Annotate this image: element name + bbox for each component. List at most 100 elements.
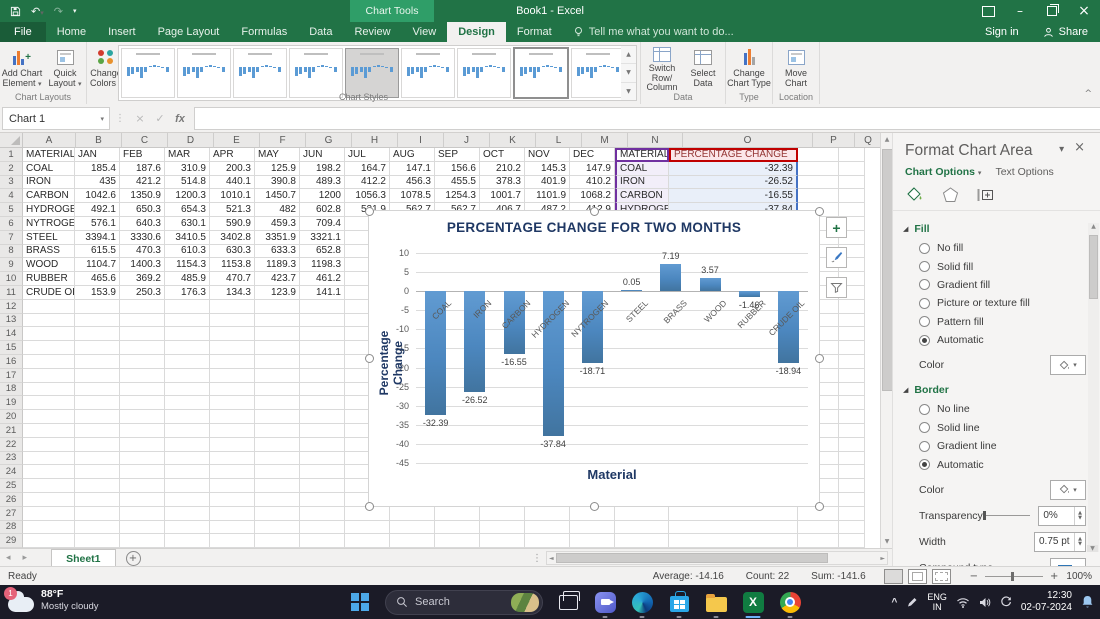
cancel-icon[interactable]: × (130, 112, 150, 125)
cell-B29[interactable] (75, 534, 120, 548)
undo-icon[interactable]: ↶▾ (31, 5, 44, 18)
cell-G6[interactable]: 709.4 (300, 217, 345, 231)
cell-H28[interactable] (345, 521, 390, 535)
cell-Q28[interactable] (839, 521, 865, 535)
cell-A21[interactable] (23, 424, 75, 438)
cell-M3[interactable]: 410.2 (570, 176, 615, 190)
cell-F18[interactable] (255, 383, 300, 397)
cell-A2[interactable]: COAL (23, 162, 75, 176)
cell-D7[interactable]: 3410.5 (165, 231, 210, 245)
cell-G8[interactable]: 652.8 (300, 245, 345, 259)
bar-wood[interactable] (700, 278, 721, 292)
minimize-icon[interactable]: – (1004, 0, 1036, 22)
cell-N1[interactable]: MATERIAL (615, 148, 669, 162)
tab-data[interactable]: Data (298, 22, 343, 42)
cell-F15[interactable] (255, 341, 300, 355)
cell-Q15[interactable] (839, 341, 865, 355)
status-sum[interactable]: Sum: -141.6 (811, 571, 865, 582)
cell-D3[interactable]: 514.8 (165, 176, 210, 190)
cell-I27[interactable] (390, 507, 435, 521)
y-axis-title[interactable]: Percentage Change (377, 313, 405, 413)
cell-E13[interactable] (210, 314, 255, 328)
width-spinbox[interactable]: 0.75 pt▲▼ (1034, 532, 1086, 552)
zoom-slider-thumb[interactable] (1011, 572, 1014, 581)
cell-J4[interactable]: 1254.3 (435, 189, 480, 203)
border-radio[interactable] (919, 422, 930, 433)
cell-P28[interactable] (798, 521, 839, 535)
cell-C15[interactable] (120, 341, 165, 355)
cell-E15[interactable] (210, 341, 255, 355)
cell-G27[interactable] (300, 507, 345, 521)
cell-O29[interactable] (669, 534, 798, 548)
cell-H4[interactable]: 1056.3 (345, 189, 390, 203)
cell-B14[interactable] (75, 327, 120, 341)
row-header-25[interactable]: 25 (0, 479, 23, 493)
cell-Q25[interactable] (839, 479, 865, 493)
col-header-A[interactable]: A (23, 133, 76, 148)
cell-B16[interactable] (75, 355, 120, 369)
cell-E28[interactable] (210, 521, 255, 535)
fill-option-gradient-fill[interactable]: Gradient fill (893, 276, 1100, 294)
chart-style-5[interactable] (345, 48, 399, 98)
cell-A8[interactable]: BRASS (23, 245, 75, 259)
tab-review[interactable]: Review (343, 22, 401, 42)
cell-K1[interactable]: OCT (480, 148, 525, 162)
cell-C19[interactable] (120, 396, 165, 410)
cell-E3[interactable]: 440.1 (210, 176, 255, 190)
transparency-spinbox[interactable]: 0%▲▼ (1038, 506, 1086, 526)
cell-G21[interactable] (300, 424, 345, 438)
cell-G10[interactable]: 461.2 (300, 272, 345, 286)
cell-F9[interactable]: 1189.3 (255, 258, 300, 272)
select-data-button[interactable]: Select Data (683, 45, 723, 91)
cell-C8[interactable]: 470.3 (120, 245, 165, 259)
language-indicator[interactable]: ENGIN (927, 592, 947, 612)
bar-rubber[interactable] (739, 291, 760, 297)
cell-B13[interactable] (75, 314, 120, 328)
cell-A26[interactable] (23, 493, 75, 507)
cell-E8[interactable]: 630.3 (210, 245, 255, 259)
fill-option-pattern-fill[interactable]: Pattern fill (893, 313, 1100, 331)
cell-D17[interactable] (165, 369, 210, 383)
row-header-1[interactable]: 1 (0, 148, 23, 162)
cell-G12[interactable] (300, 300, 345, 314)
cell-D16[interactable] (165, 355, 210, 369)
cell-E26[interactable] (210, 493, 255, 507)
cell-F13[interactable] (255, 314, 300, 328)
fill-radio[interactable] (919, 243, 930, 254)
col-header-B[interactable]: B (76, 133, 122, 148)
border-option-solid-line[interactable]: Solid line (893, 419, 1100, 437)
cell-B3[interactable]: 435 (75, 176, 120, 190)
cell-B12[interactable] (75, 300, 120, 314)
cell-J3[interactable]: 455.5 (435, 176, 480, 190)
cell-F19[interactable] (255, 396, 300, 410)
cell-F21[interactable] (255, 424, 300, 438)
fill-radio[interactable] (919, 335, 930, 346)
cell-A13[interactable] (23, 314, 75, 328)
chart-style-7[interactable] (457, 48, 511, 98)
cell-B25[interactable] (75, 479, 120, 493)
cell-Q12[interactable] (839, 300, 865, 314)
cell-D29[interactable] (165, 534, 210, 548)
enter-icon[interactable]: ✓ (150, 112, 170, 125)
cell-A5[interactable]: HYDROGEN (23, 203, 75, 217)
customize-qat-icon[interactable]: ▾ (73, 7, 77, 15)
bar-brass[interactable] (660, 264, 681, 291)
row-header-23[interactable]: 23 (0, 452, 23, 466)
tab-insert[interactable]: Insert (97, 22, 147, 42)
cell-A9[interactable]: WOOD (23, 258, 75, 272)
cell-O4[interactable]: -16.55 (669, 189, 798, 203)
cell-F23[interactable] (255, 452, 300, 466)
restore-icon[interactable] (1036, 0, 1068, 22)
cell-D4[interactable]: 1200.3 (165, 189, 210, 203)
tab-design[interactable]: Design (447, 22, 506, 42)
cell-H29[interactable] (345, 534, 390, 548)
cell-O27[interactable] (669, 507, 798, 521)
cell-Q27[interactable] (839, 507, 865, 521)
cell-C26[interactable] (120, 493, 165, 507)
cell-Q19[interactable] (839, 396, 865, 410)
cell-E19[interactable] (210, 396, 255, 410)
cell-H1[interactable]: JUL (345, 148, 390, 162)
row-header-13[interactable]: 13 (0, 314, 23, 328)
cell-Q20[interactable] (839, 410, 865, 424)
cell-C1[interactable]: FEB (120, 148, 165, 162)
